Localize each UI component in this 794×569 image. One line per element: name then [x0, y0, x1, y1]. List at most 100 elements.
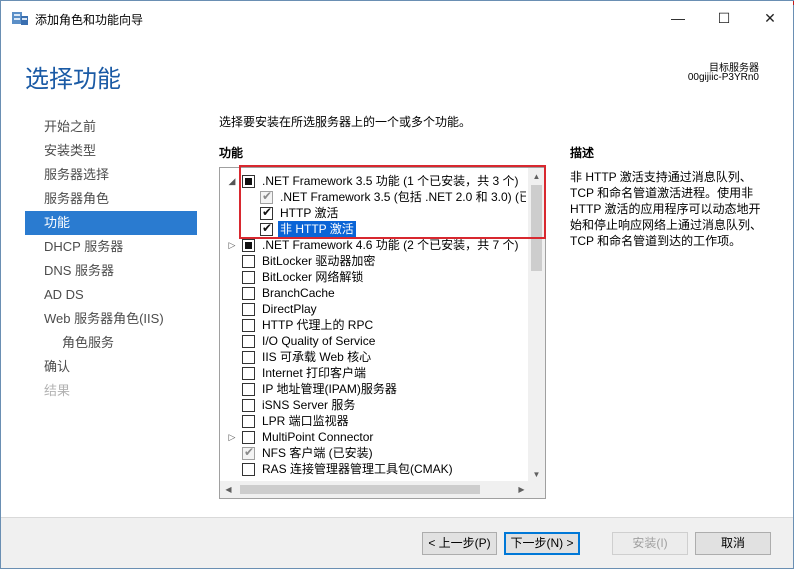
- feature-row[interactable]: ✔ HTTP 激活: [220, 205, 526, 221]
- nav-step-9[interactable]: 角色服务: [25, 331, 197, 355]
- expand-arrow-icon[interactable]: ▷: [226, 238, 238, 252]
- nav-step-10[interactable]: 确认: [25, 355, 197, 379]
- features-heading: 功能: [219, 146, 244, 160]
- nav-step-4[interactable]: 功能: [25, 211, 197, 235]
- feature-label: .NET Framework 3.5 功能 (1 个已安装，共 3 个): [262, 174, 519, 188]
- features-tree-list: ◢ .NET Framework 3.5 功能 (1 个已安装，共 3 个) ✔ .N…: [220, 173, 526, 483]
- nav-step-6[interactable]: DNS 服务器: [25, 259, 197, 283]
- feature-row[interactable]: ▷ MultiPoint Connector: [220, 429, 526, 445]
- checkmark-icon: ✔: [262, 189, 273, 203]
- feature-row[interactable]: ✔ NFS 客户端 (已安装): [220, 445, 526, 461]
- feature-checkbox[interactable]: [242, 319, 255, 332]
- maximize-icon: ☐: [717, 9, 731, 26]
- feature-checkbox[interactable]: [242, 287, 255, 300]
- feature-label: NFS 客户端 (已安装): [262, 446, 373, 460]
- feature-row[interactable]: IIS 可承载 Web 核心: [220, 349, 526, 365]
- title-bar[interactable]: 添加角色和功能向导 — ☐ ✕: [1, 1, 793, 35]
- feature-label: I/O Quality of Service: [262, 334, 376, 348]
- feature-label: BitLocker 驱动器加密: [262, 254, 376, 268]
- vertical-scroll-thumb[interactable]: [531, 185, 542, 271]
- maximize-button[interactable]: ☐: [701, 1, 747, 35]
- checkmark-icon: ✔: [244, 445, 255, 459]
- feature-checkbox[interactable]: [242, 367, 255, 380]
- nav-step-7[interactable]: AD DS: [25, 283, 197, 307]
- nav-step-2[interactable]: 服务器选择: [25, 163, 197, 187]
- checkmark-icon: ✔: [262, 221, 273, 235]
- feature-row[interactable]: DirectPlay: [220, 301, 526, 317]
- features-tree[interactable]: ◢ .NET Framework 3.5 功能 (1 个已安装，共 3 个) ✔ .N…: [219, 167, 546, 499]
- feature-row[interactable]: LPR 端口监视器: [220, 413, 526, 429]
- feature-row[interactable]: I/O Quality of Service: [220, 333, 526, 349]
- feature-label: HTTP 激活: [280, 206, 339, 220]
- checkmark-icon: ✔: [262, 205, 273, 219]
- server-manager-icon: [12, 12, 28, 25]
- nav-step-0[interactable]: 开始之前: [25, 115, 197, 139]
- feature-checkbox[interactable]: ✔: [260, 221, 273, 236]
- feature-label: DirectPlay: [262, 302, 317, 316]
- feature-label: iSNS Server 服务: [262, 398, 356, 412]
- feature-checkbox[interactable]: [242, 255, 255, 268]
- feature-label: Internet 打印客户端: [262, 366, 367, 380]
- feature-label: IP 地址管理(IPAM)服务器: [262, 382, 397, 396]
- minimize-icon: —: [671, 10, 685, 26]
- install-button[interactable]: 安装(I): [612, 532, 688, 555]
- scroll-left-icon[interactable]: ◀: [220, 481, 237, 498]
- feature-row[interactable]: BranchCache: [220, 285, 526, 301]
- feature-checkbox[interactable]: [242, 239, 255, 252]
- feature-checkbox[interactable]: [242, 303, 255, 316]
- feature-checkbox[interactable]: [242, 351, 255, 364]
- description-text: 非 HTTP 激活支持通过消息队列、TCP 和命名管道激活进程。使用非 HTTP…: [570, 170, 763, 248]
- feature-row[interactable]: RAS 连接管理器管理工具包(CMAK): [220, 461, 526, 477]
- next-button[interactable]: 下一步(N) >: [504, 532, 580, 555]
- feature-label: BitLocker 网络解锁: [262, 270, 364, 284]
- close-button[interactable]: ✕: [747, 1, 793, 35]
- feature-checkbox[interactable]: [242, 415, 255, 428]
- horizontal-scroll-thumb[interactable]: [240, 485, 480, 494]
- feature-checkbox: ✔: [260, 189, 273, 204]
- feature-checkbox[interactable]: [242, 463, 255, 476]
- nav-step-11: 结果: [44, 383, 71, 398]
- vertical-scrollbar[interactable]: ▲ ▼: [528, 168, 545, 483]
- nav-step-5[interactable]: DHCP 服务器: [25, 235, 197, 259]
- feature-checkbox[interactable]: [242, 383, 255, 396]
- feature-row[interactable]: BitLocker 驱动器加密: [220, 253, 526, 269]
- destination-server-value: 00gijiic-P3YRn0: [687, 72, 759, 83]
- feature-row[interactable]: HTTP 代理上的 RPC: [220, 317, 526, 333]
- feature-checkbox: ✔: [242, 445, 255, 460]
- horizontal-scrollbar[interactable]: ◀ ▶: [220, 481, 530, 498]
- feature-checkbox[interactable]: [242, 431, 255, 444]
- feature-checkbox[interactable]: [242, 335, 255, 348]
- feature-label: .NET Framework 4.6 功能 (2 个已安装，共 7 个): [262, 238, 519, 252]
- feature-label: HTTP 代理上的 RPC: [262, 318, 374, 332]
- feature-row[interactable]: BitLocker 网络解锁: [220, 269, 526, 285]
- feature-row[interactable]: ✔ 非 HTTP 激活: [220, 221, 526, 237]
- nav-step-1[interactable]: 安装类型: [25, 139, 197, 163]
- feature-label: 非 HTTP 激活: [278, 221, 356, 237]
- feature-checkbox[interactable]: ✔: [260, 205, 273, 220]
- feature-row[interactable]: IP 地址管理(IPAM)服务器: [220, 381, 526, 397]
- expand-arrow-icon[interactable]: ▷: [226, 430, 238, 444]
- feature-checkbox[interactable]: [242, 399, 255, 412]
- nav-step-8[interactable]: Web 服务器角色(IIS): [25, 307, 197, 331]
- feature-row[interactable]: Internet 打印客户端: [220, 365, 526, 381]
- description-heading: 描述: [570, 146, 595, 160]
- close-icon: ✕: [764, 9, 776, 26]
- previous-button[interactable]: < 上一步(P): [422, 532, 497, 555]
- cancel-button[interactable]: 取消: [695, 532, 771, 555]
- feature-row[interactable]: ◢ .NET Framework 3.5 功能 (1 个已安装，共 3 个): [220, 173, 526, 189]
- collapse-arrow-icon[interactable]: ◢: [226, 174, 238, 188]
- scroll-up-icon[interactable]: ▲: [528, 168, 545, 185]
- window-title: 添加角色和功能向导: [35, 13, 144, 27]
- feature-label: BranchCache: [262, 286, 335, 300]
- feature-row[interactable]: iSNS Server 服务: [220, 397, 526, 413]
- feature-checkbox[interactable]: [242, 271, 255, 284]
- feature-checkbox[interactable]: [242, 175, 255, 188]
- instruction-text: 选择要安装在所选服务器上的一个或多个功能。: [219, 115, 472, 129]
- partial-check-icon: [245, 242, 252, 249]
- feature-row[interactable]: ▷ .NET Framework 4.6 功能 (2 个已安装，共 7 个): [220, 237, 526, 253]
- wizard-footer: < 上一步(P) 下一步(N) > 安装(I) 取消: [1, 517, 793, 568]
- feature-label: RAS 连接管理器管理工具包(CMAK): [262, 462, 453, 476]
- nav-step-3[interactable]: 服务器角色: [25, 187, 197, 211]
- feature-row[interactable]: ✔ .NET Framework 3.5 (包括 .NET 2.0 和 3.0) …: [220, 189, 526, 205]
- minimize-button[interactable]: —: [655, 1, 701, 35]
